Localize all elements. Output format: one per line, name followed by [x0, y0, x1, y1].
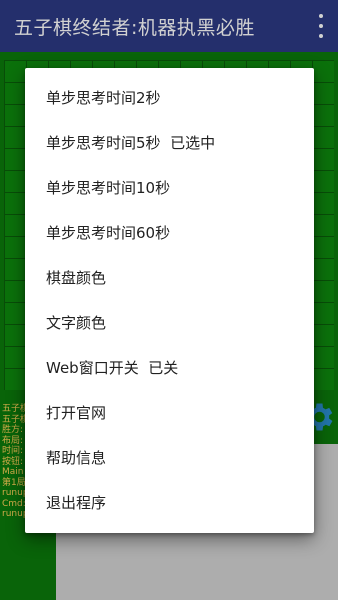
menu-item-exit[interactable]: 退出程序 — [25, 480, 314, 525]
menu-item-think-2s[interactable]: 单步思考时间2秒 — [25, 75, 314, 120]
menu-item-web-window[interactable]: Web窗口开关 已关 — [25, 345, 314, 390]
menu-item-official-site[interactable]: 打开官网 — [25, 390, 314, 435]
menu-item-help[interactable]: 帮助信息 — [25, 435, 314, 480]
menu-item-think-5s[interactable]: 单步思考时间5秒 已选中 — [25, 120, 314, 165]
menu-item-board-color[interactable]: 棋盘颜色 — [25, 255, 314, 300]
menu-item-text-color[interactable]: 文字颜色 — [25, 300, 314, 345]
menu-item-think-60s[interactable]: 单步思考时间60秒 — [25, 210, 314, 255]
options-menu: 单步思考时间2秒 单步思考时间5秒 已选中 单步思考时间10秒 单步思考时间60… — [25, 68, 314, 533]
menu-item-think-10s[interactable]: 单步思考时间10秒 — [25, 165, 314, 210]
